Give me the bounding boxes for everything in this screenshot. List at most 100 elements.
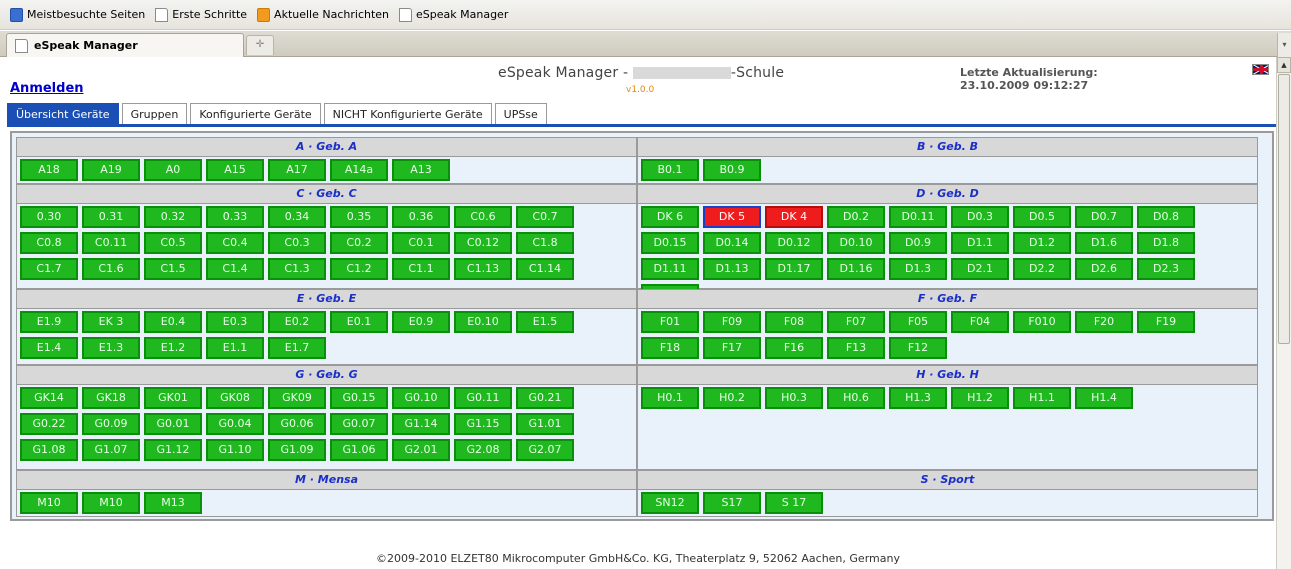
tab-configured-devices[interactable]: Konfigurierte Geräte xyxy=(190,103,321,124)
device-button[interactable]: C1.14 xyxy=(516,258,574,280)
device-button[interactable]: B0.1 xyxy=(641,159,699,181)
device-button[interactable]: G1.12 xyxy=(144,439,202,461)
device-button[interactable]: F19 xyxy=(1137,311,1195,333)
device-button[interactable]: M13 xyxy=(144,492,202,514)
device-button[interactable]: F010 xyxy=(1013,311,1071,333)
device-button[interactable]: D1.13 xyxy=(703,258,761,280)
bookmark-espeak[interactable]: eSpeak Manager xyxy=(399,7,508,22)
device-button[interactable]: E0.4 xyxy=(144,311,202,333)
device-button[interactable]: D1.2 xyxy=(1013,232,1071,254)
device-button[interactable]: 0.31 xyxy=(82,206,140,228)
device-button[interactable]: E0.9 xyxy=(392,311,450,333)
scrollbar-thumb[interactable] xyxy=(1278,74,1290,344)
device-button[interactable]: GK01 xyxy=(144,387,202,409)
device-button[interactable]: 0.36 xyxy=(392,206,450,228)
device-button[interactable]: G1.08 xyxy=(20,439,78,461)
device-button[interactable]: F04 xyxy=(951,311,1009,333)
device-button[interactable]: D0.14 xyxy=(703,232,761,254)
device-button[interactable]: C0.1 xyxy=(392,232,450,254)
device-button[interactable]: 0.34 xyxy=(268,206,326,228)
device-button[interactable]: D0.10 xyxy=(827,232,885,254)
device-button[interactable]: G2.08 xyxy=(454,439,512,461)
device-button[interactable]: E1.9 xyxy=(20,311,78,333)
tab-upsse[interactable]: UPSse xyxy=(494,103,547,124)
device-button[interactable]: 0.32 xyxy=(144,206,202,228)
device-button[interactable]: G0.21 xyxy=(516,387,574,409)
device-button[interactable]: G2.01 xyxy=(392,439,450,461)
device-button[interactable]: F17 xyxy=(703,337,761,359)
device-button[interactable]: H1.4 xyxy=(1075,387,1133,409)
device-button[interactable]: F16 xyxy=(765,337,823,359)
device-button[interactable]: E1.2 xyxy=(144,337,202,359)
device-button[interactable]: C1.3 xyxy=(268,258,326,280)
scroll-up-arrow-icon[interactable]: ▲ xyxy=(1277,57,1291,73)
device-button[interactable]: C1.6 xyxy=(82,258,140,280)
device-button[interactable]: M10 xyxy=(82,492,140,514)
device-button[interactable]: D1.11 xyxy=(641,258,699,280)
device-button[interactable]: G1.10 xyxy=(206,439,264,461)
login-link[interactable]: Anmelden xyxy=(10,81,84,96)
device-button[interactable]: C1.7 xyxy=(20,258,78,280)
device-button[interactable]: H0.6 xyxy=(827,387,885,409)
device-button[interactable]: A13 xyxy=(392,159,450,181)
device-button[interactable]: H1.3 xyxy=(889,387,947,409)
device-button[interactable]: H1.1 xyxy=(1013,387,1071,409)
device-button[interactable]: A15 xyxy=(206,159,264,181)
device-button[interactable]: H0.2 xyxy=(703,387,761,409)
device-button[interactable]: G0.07 xyxy=(330,413,388,435)
tab-unconfigured-devices[interactable]: NICHT Konfigurierte Geräte xyxy=(323,103,492,124)
device-button[interactable]: D0.5 xyxy=(1013,206,1071,228)
device-button[interactable]: E1.1 xyxy=(206,337,264,359)
device-button[interactable]: F01 xyxy=(641,311,699,333)
device-button[interactable]: D0.12 xyxy=(765,232,823,254)
device-button[interactable]: D1.6 xyxy=(1075,232,1133,254)
device-button[interactable]: C0.12 xyxy=(454,232,512,254)
device-button[interactable]: E0.3 xyxy=(206,311,264,333)
device-button[interactable]: D1.17 xyxy=(765,258,823,280)
device-button[interactable]: D2.1 xyxy=(951,258,1009,280)
device-button[interactable]: E1.7 xyxy=(268,337,326,359)
device-button[interactable]: D1.8 xyxy=(1137,232,1195,254)
device-button[interactable]: F20 xyxy=(1075,311,1133,333)
device-button[interactable]: C0.3 xyxy=(268,232,326,254)
device-button[interactable]: C0.2 xyxy=(330,232,388,254)
device-button[interactable]: EK 3 xyxy=(82,311,140,333)
device-button[interactable]: F09 xyxy=(703,311,761,333)
device-button[interactable]: 0.30 xyxy=(20,206,78,228)
device-button[interactable]: C1.8 xyxy=(516,232,574,254)
device-button[interactable]: C0.5 xyxy=(144,232,202,254)
device-button[interactable]: F18 xyxy=(641,337,699,359)
device-button[interactable]: G0.01 xyxy=(144,413,202,435)
device-button[interactable]: G1.09 xyxy=(268,439,326,461)
device-button[interactable]: DK 5 xyxy=(703,206,761,228)
device-button[interactable]: G1.06 xyxy=(330,439,388,461)
bookmark-most-visited[interactable]: Meistbesuchte Seiten xyxy=(10,7,145,22)
device-button[interactable]: G0.11 xyxy=(454,387,512,409)
device-button[interactable]: GK18 xyxy=(82,387,140,409)
bookmark-news[interactable]: Aktuelle Nachrichten xyxy=(257,7,389,22)
device-button[interactable]: D0.15 xyxy=(641,232,699,254)
tab-list-button[interactable]: ▾ xyxy=(1277,33,1291,57)
device-button[interactable]: D0.7 xyxy=(1075,206,1133,228)
device-button[interactable]: S 17 xyxy=(765,492,823,514)
device-button[interactable]: E1.4 xyxy=(20,337,78,359)
tab-groups[interactable]: Gruppen xyxy=(121,103,188,124)
device-button[interactable]: G0.22 xyxy=(20,413,78,435)
device-button[interactable]: GK09 xyxy=(268,387,326,409)
device-button[interactable]: A18 xyxy=(20,159,78,181)
device-button[interactable]: GK14 xyxy=(20,387,78,409)
device-button[interactable]: E0.1 xyxy=(330,311,388,333)
device-button[interactable]: G0.15 xyxy=(330,387,388,409)
device-button[interactable]: D1.1 xyxy=(951,232,1009,254)
browser-tab[interactable]: eSpeak Manager xyxy=(6,33,244,57)
tab-device-overview[interactable]: Übersicht Geräte xyxy=(7,103,119,124)
device-button[interactable]: D2.6 xyxy=(1075,258,1133,280)
device-button[interactable]: B0.9 xyxy=(703,159,761,181)
device-button[interactable]: E1.3 xyxy=(82,337,140,359)
device-button[interactable]: G0.09 xyxy=(82,413,140,435)
device-button[interactable]: C1.5 xyxy=(144,258,202,280)
device-button[interactable]: A14a xyxy=(330,159,388,181)
new-tab-button[interactable]: ✛ xyxy=(246,35,274,55)
device-button[interactable]: C0.6 xyxy=(454,206,512,228)
device-button[interactable]: F07 xyxy=(827,311,885,333)
